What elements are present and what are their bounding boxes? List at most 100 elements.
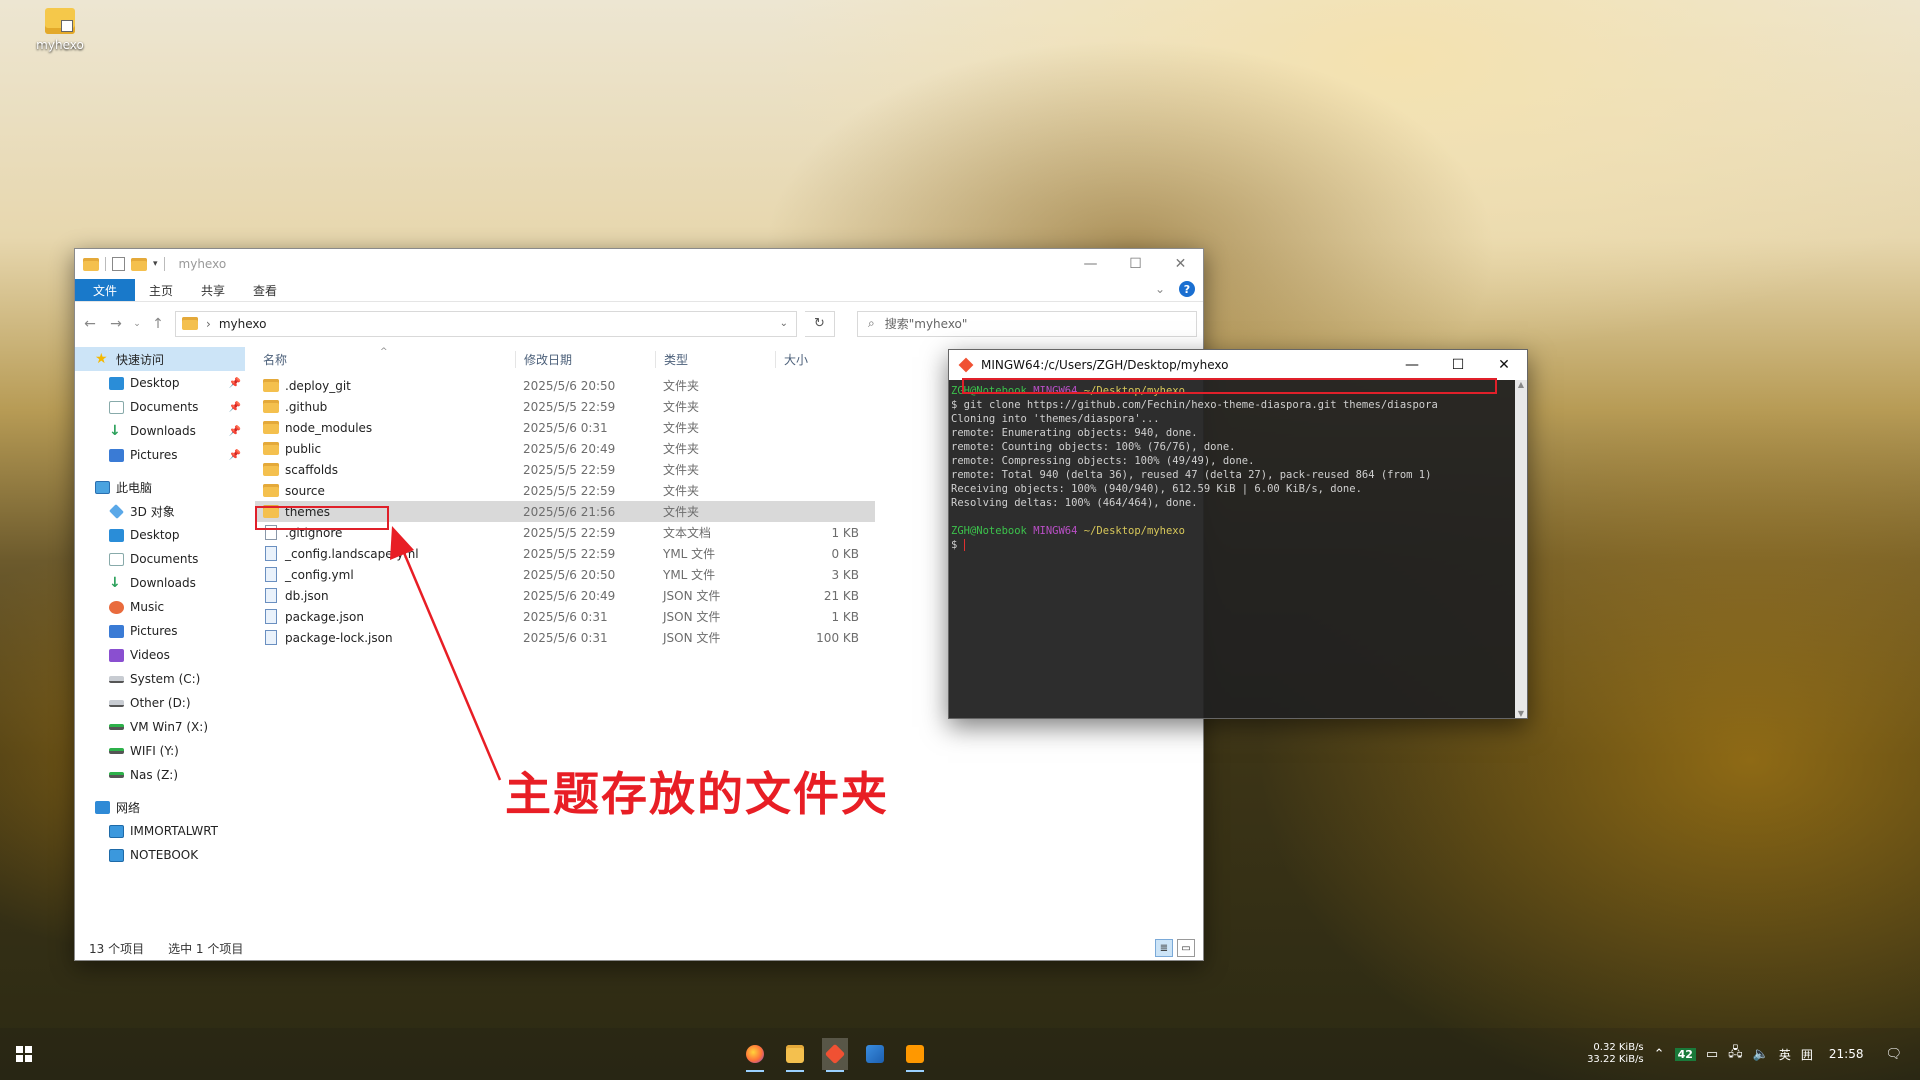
sidebar-item-system-c[interactable]: System (C:) — [75, 667, 245, 691]
sidebar-item-vm-win7-x[interactable]: VM Win7 (X:) — [75, 715, 245, 739]
minimize-button[interactable]: — — [1389, 350, 1435, 380]
battery-icon[interactable]: ▭ — [1706, 1047, 1718, 1062]
file-type: 文本文档 — [663, 526, 712, 540]
close-button[interactable]: ✕ — [1481, 350, 1527, 380]
sidebar-item-downloads[interactable]: ↓ Downloads — [75, 571, 245, 595]
column-header-size[interactable]: 大小 — [775, 350, 855, 368]
ribbon-tabs: 文件 主页 共享 查看 ⌄ ? — [75, 279, 1203, 301]
new-folder-icon[interactable] — [131, 257, 147, 271]
sidebar-item-label: Documents — [130, 552, 199, 566]
notifications-icon[interactable]: 🗨 — [1885, 1047, 1902, 1062]
back-icon[interactable]: ← — [81, 316, 99, 332]
sidebar-item-wifi-y[interactable]: WIFI (Y:) — [75, 739, 245, 763]
up-icon[interactable]: ↑ — [149, 316, 167, 332]
file-size: 0 KB — [831, 546, 859, 561]
navigation-pane: ★ 快速访问 Desktop 📌 Documents 📌 ↓ Downloads… — [75, 347, 245, 936]
taskbar-photos[interactable] — [862, 1038, 888, 1070]
file-date: 2025/5/6 20:49 — [523, 441, 616, 456]
taskbar-sublime-text[interactable] — [902, 1038, 928, 1072]
breadcrumb-separator-icon[interactable]: › — [206, 317, 211, 331]
input-mode-indicator[interactable]: 囲 — [1801, 1046, 1813, 1063]
search-input[interactable]: ⌕ 搜索"myhexo" — [857, 310, 1197, 337]
minimize-button[interactable]: — — [1068, 249, 1113, 279]
details-view-icon[interactable]: ≣ — [1155, 939, 1173, 957]
tab-view[interactable]: 查看 — [239, 279, 291, 301]
refresh-button[interactable]: ↻ — [805, 310, 835, 337]
sidebar-item-desktop[interactable]: Desktop — [75, 523, 245, 547]
sidebar-item-network[interactable]: 网络 — [75, 795, 245, 819]
large-icons-view-icon[interactable]: ▭ — [1177, 939, 1195, 957]
recent-locations-icon[interactable]: ⌄ — [133, 319, 141, 329]
taskbar-file-explorer[interactable] — [782, 1038, 808, 1072]
sidebar-item-label: NOTEBOOK — [130, 848, 199, 862]
sidebar-item-other-d[interactable]: Other (D:) — [75, 691, 245, 715]
taskbar-firefox[interactable] — [742, 1038, 768, 1072]
pin-icon: 📌 — [228, 449, 241, 461]
clock[interactable]: 21:58 — [1829, 1047, 1864, 1061]
scroll-up-icon[interactable]: ▲ — [1515, 380, 1527, 389]
file-row-config-landscape[interactable]: _config.landscape.yml 2025/5/5 22:59 YML… — [255, 543, 875, 564]
sidebar-item-label: WIFI (Y:) — [130, 744, 179, 758]
file-row-package-lock-json[interactable]: package-lock.json 2025/5/6 0:31 JSON 文件 … — [255, 627, 875, 648]
file-row-source[interactable]: source 2025/5/5 22:59 文件夹 — [255, 480, 875, 501]
desktop-icon-myhexo[interactable]: myhexo — [30, 8, 90, 52]
file-row-package-json[interactable]: package.json 2025/5/6 0:31 JSON 文件 1 KB — [255, 606, 875, 627]
customize-quick-access-icon[interactable]: ▾ — [153, 259, 158, 269]
tray-badge[interactable]: 42 — [1674, 1047, 1696, 1061]
tab-file[interactable]: 文件 — [75, 279, 136, 301]
help-icon[interactable]: ? — [1179, 281, 1195, 297]
properties-icon[interactable] — [112, 257, 125, 271]
sidebar-item-immortalwrt[interactable]: IMMORTALWRT — [75, 819, 245, 843]
sidebar-item-notebook[interactable]: NOTEBOOK — [75, 843, 245, 867]
sidebar-item-label: Videos — [130, 648, 170, 662]
volume-icon[interactable]: 🔈 — [1753, 1047, 1769, 1062]
sidebar-item-quick-access[interactable]: ★ 快速访问 — [75, 347, 245, 371]
maximize-button[interactable]: ☐ — [1113, 249, 1158, 279]
maximize-button[interactable]: ☐ — [1435, 350, 1481, 380]
forward-icon[interactable]: → — [107, 316, 125, 332]
expand-ribbon-icon[interactable]: ⌄ — [1155, 282, 1165, 296]
close-button[interactable]: ✕ — [1158, 249, 1203, 279]
file-explorer-icon — [786, 1045, 804, 1063]
sidebar-item-label: 3D 对象 — [130, 504, 175, 519]
sidebar-item-pictures[interactable]: Pictures — [75, 619, 245, 643]
folder-icon — [263, 442, 279, 455]
scroll-down-icon[interactable]: ▼ — [1515, 709, 1527, 718]
sidebar-item-documents[interactable]: Documents 📌 — [75, 395, 245, 419]
taskbar-git-bash[interactable] — [822, 1038, 848, 1072]
file-size: 21 KB — [823, 588, 859, 603]
terminal-output[interactable]: ZGH@Notebook MINGW64 ~/Desktop/myhexo $ … — [949, 380, 1527, 718]
tab-share[interactable]: 共享 — [187, 279, 239, 301]
sidebar-item-videos[interactable]: Videos — [75, 643, 245, 667]
tab-home[interactable]: 主页 — [135, 279, 187, 301]
column-header-type[interactable]: 类型 — [655, 350, 775, 368]
pin-icon: 📌 — [228, 425, 241, 437]
file-row-deploy-git[interactable]: .deploy_git 2025/5/6 20:50 文件夹 — [255, 375, 875, 396]
terminal-scrollbar[interactable]: ▲ ▼ — [1515, 380, 1527, 718]
column-header-date[interactable]: 修改日期 — [515, 350, 655, 368]
sidebar-item-pictures[interactable]: Pictures 📌 — [75, 443, 245, 467]
sidebar-item-label: System (C:) — [130, 672, 201, 686]
breadcrumb[interactable]: myhexo — [219, 317, 267, 331]
sidebar-item-nas-z[interactable]: Nas (Z:) — [75, 763, 245, 787]
file-row-db-json[interactable]: db.json 2025/5/6 20:49 JSON 文件 21 KB — [255, 585, 875, 606]
file-row-scaffolds[interactable]: scaffolds 2025/5/5 22:59 文件夹 — [255, 459, 875, 480]
input-method-indicator[interactable]: 英 — [1779, 1046, 1791, 1063]
sidebar-item-documents[interactable]: Documents — [75, 547, 245, 571]
network-icon[interactable]: 🖧 — [1728, 1043, 1743, 1065]
sidebar-item-this-pc[interactable]: 此电脑 — [75, 475, 245, 499]
start-button[interactable] — [0, 1028, 48, 1080]
file-row-node-modules[interactable]: node_modules 2025/5/6 0:31 文件夹 — [255, 417, 875, 438]
sidebar-item-label: Music — [130, 600, 165, 614]
sidebar-item-3d-objects[interactable]: 3D 对象 — [75, 499, 245, 523]
sidebar-item-downloads[interactable]: ↓ Downloads 📌 — [75, 419, 245, 443]
show-hidden-icons-icon[interactable]: ⌃ — [1654, 1047, 1665, 1062]
sidebar-item-desktop[interactable]: Desktop 📌 — [75, 371, 245, 395]
address-dropdown-icon[interactable]: ⌄ — [780, 318, 788, 329]
themes-highlight-box — [255, 506, 389, 530]
file-row-github[interactable]: .github 2025/5/5 22:59 文件夹 — [255, 396, 875, 417]
file-row-config-yml[interactable]: _config.yml 2025/5/6 20:50 YML 文件 3 KB — [255, 564, 875, 585]
file-row-public[interactable]: public 2025/5/6 20:49 文件夹 — [255, 438, 875, 459]
address-bar[interactable]: › myhexo ⌄ — [175, 310, 797, 337]
sidebar-item-music[interactable]: Music — [75, 595, 245, 619]
